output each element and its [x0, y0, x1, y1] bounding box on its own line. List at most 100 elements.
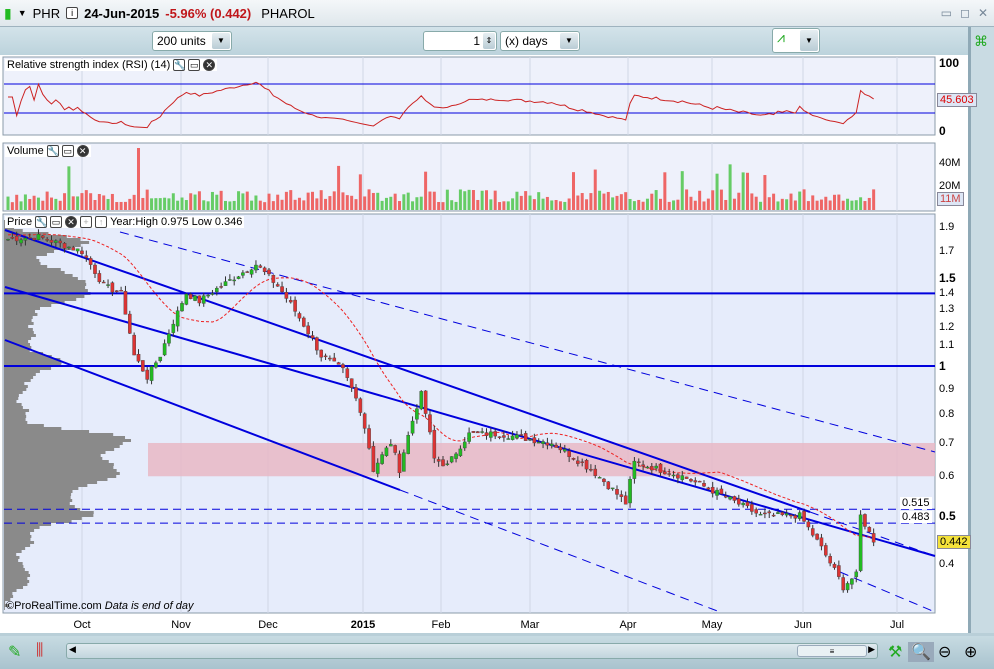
chart-type-icon[interactable]: ⫼	[36, 642, 43, 660]
candle	[667, 473, 671, 475]
candle	[288, 300, 293, 303]
zoom-auto-icon[interactable]: 🔍	[908, 642, 934, 662]
volume-bar	[833, 194, 836, 210]
candle	[467, 432, 471, 442]
dropdown-arrow-icon[interactable]: ▼	[18, 8, 27, 18]
volume-bar	[54, 198, 58, 210]
volume-bar	[167, 198, 171, 210]
volume-profile-bar	[4, 409, 30, 412]
volume-profile-bar	[4, 607, 5, 610]
volume-profile-bar	[4, 541, 35, 544]
minimize-icon[interactable]: ▭	[941, 6, 952, 20]
volume-profile-bar	[4, 298, 77, 301]
line-label: 0.483	[900, 511, 932, 523]
volume-bar	[184, 200, 188, 210]
candlestick-icon[interactable]: ▮	[4, 5, 12, 22]
period-stepper[interactable]: 1 ⇕	[423, 31, 497, 51]
chevron-down-icon[interactable]: ▼	[800, 30, 818, 51]
volume-profile-bar	[4, 445, 120, 448]
period-unit-select[interactable]: (x) days ▼	[500, 31, 580, 51]
candle	[341, 364, 345, 369]
volume-bar	[367, 189, 371, 210]
volume-bar	[619, 194, 623, 210]
candle	[175, 310, 180, 327]
wrench-icon[interactable]: 🔧	[173, 59, 185, 71]
volume-bar	[567, 198, 571, 210]
volume-bar	[824, 196, 828, 210]
volume-bar	[424, 171, 428, 210]
chevron-down-icon[interactable]: ▼	[560, 33, 578, 49]
candle	[415, 408, 419, 420]
restore-icon[interactable]: ◻	[960, 6, 970, 20]
chart-tools-icon[interactable]: ⌘	[974, 33, 988, 50]
up-icon[interactable]: ↑	[95, 216, 108, 228]
volume-profile-bar	[4, 418, 26, 421]
candle	[845, 583, 850, 591]
candle	[854, 571, 859, 578]
volume-profile-bar	[4, 316, 33, 319]
volume-profile-bar	[4, 328, 33, 331]
volume-bar	[772, 193, 776, 210]
candle	[676, 474, 680, 479]
volume-bar	[19, 201, 23, 210]
candle	[558, 446, 563, 451]
window-icon[interactable]: ▭	[188, 59, 201, 71]
scroll-thumb[interactable]: ≡	[797, 645, 867, 657]
volume-profile-bar	[4, 478, 108, 481]
candle	[454, 453, 458, 459]
volume-label-box: Volume 🔧 ▭ ✕	[5, 145, 91, 157]
price-tick: 1.1	[939, 339, 955, 352]
volume-bar	[224, 200, 227, 210]
change: -5.96% (0.442)	[165, 5, 252, 21]
volume-bar	[841, 200, 845, 210]
candle	[384, 447, 389, 456]
close-panel-icon[interactable]: ✕	[76, 145, 89, 157]
volume-profile-bar	[4, 451, 106, 454]
volume-bar	[606, 191, 610, 210]
wrench-icon[interactable]: 🔧	[46, 145, 59, 157]
volume-profile-bar	[4, 427, 62, 430]
window-icon[interactable]: ▭	[50, 216, 63, 228]
units-select[interactable]: 200 units ▼	[152, 31, 232, 51]
scroll-left-icon[interactable]: ◀	[69, 644, 76, 655]
close-icon[interactable]: ✕	[978, 6, 988, 20]
volume-bar	[341, 192, 345, 210]
close-panel-icon[interactable]: ✕	[203, 59, 216, 71]
symbol[interactable]: PHR	[33, 6, 60, 21]
volume-profile-bar	[4, 421, 28, 424]
bottom-bar: ✎ ⫼ ◀ ≡ ▶ ⚒ 🔍 ⊖ ⊕	[0, 636, 994, 669]
volume-profile-bar	[4, 304, 52, 307]
volume-profile-bar	[4, 562, 23, 565]
candle	[545, 442, 550, 446]
volume-bar	[123, 201, 127, 210]
draw-tools-icon[interactable]: ✎	[8, 642, 21, 662]
add-icon[interactable]: +	[80, 216, 93, 228]
volume-profile-bar	[4, 595, 14, 598]
volume-bar	[380, 200, 384, 210]
candle	[158, 356, 163, 362]
chevron-down-icon[interactable]: ▼	[212, 33, 230, 49]
wrench-icon[interactable]: 🔧	[35, 216, 47, 228]
candle	[19, 239, 23, 244]
scroll-right-icon[interactable]: ▶	[868, 644, 875, 655]
candle	[419, 391, 424, 410]
volume-bar	[297, 197, 301, 210]
close-panel-icon[interactable]: ✕	[65, 216, 78, 228]
window-icon[interactable]: ▭	[61, 145, 74, 157]
candle	[750, 504, 754, 512]
period-unit-value: (x) days	[505, 34, 548, 48]
chart-svg[interactable]	[0, 55, 968, 633]
zoom-in-icon[interactable]: ⊕	[964, 642, 977, 662]
zoom-out-icon[interactable]: ⊖	[938, 642, 951, 662]
indicators-button[interactable]: ⩘ ▼	[772, 28, 820, 53]
volume-bar	[450, 200, 454, 210]
stepper-icon[interactable]: ⇕	[483, 33, 495, 49]
info-icon[interactable]: i	[66, 7, 79, 19]
volume-bar	[376, 192, 380, 210]
indicator-tool-icon[interactable]: ⚒	[888, 642, 902, 662]
volume-bar	[776, 201, 780, 210]
horizontal-scrollbar[interactable]: ◀ ≡ ▶	[66, 643, 878, 659]
volume-profile-bar	[4, 490, 73, 493]
candle	[584, 459, 589, 470]
volume-bar	[763, 175, 767, 210]
